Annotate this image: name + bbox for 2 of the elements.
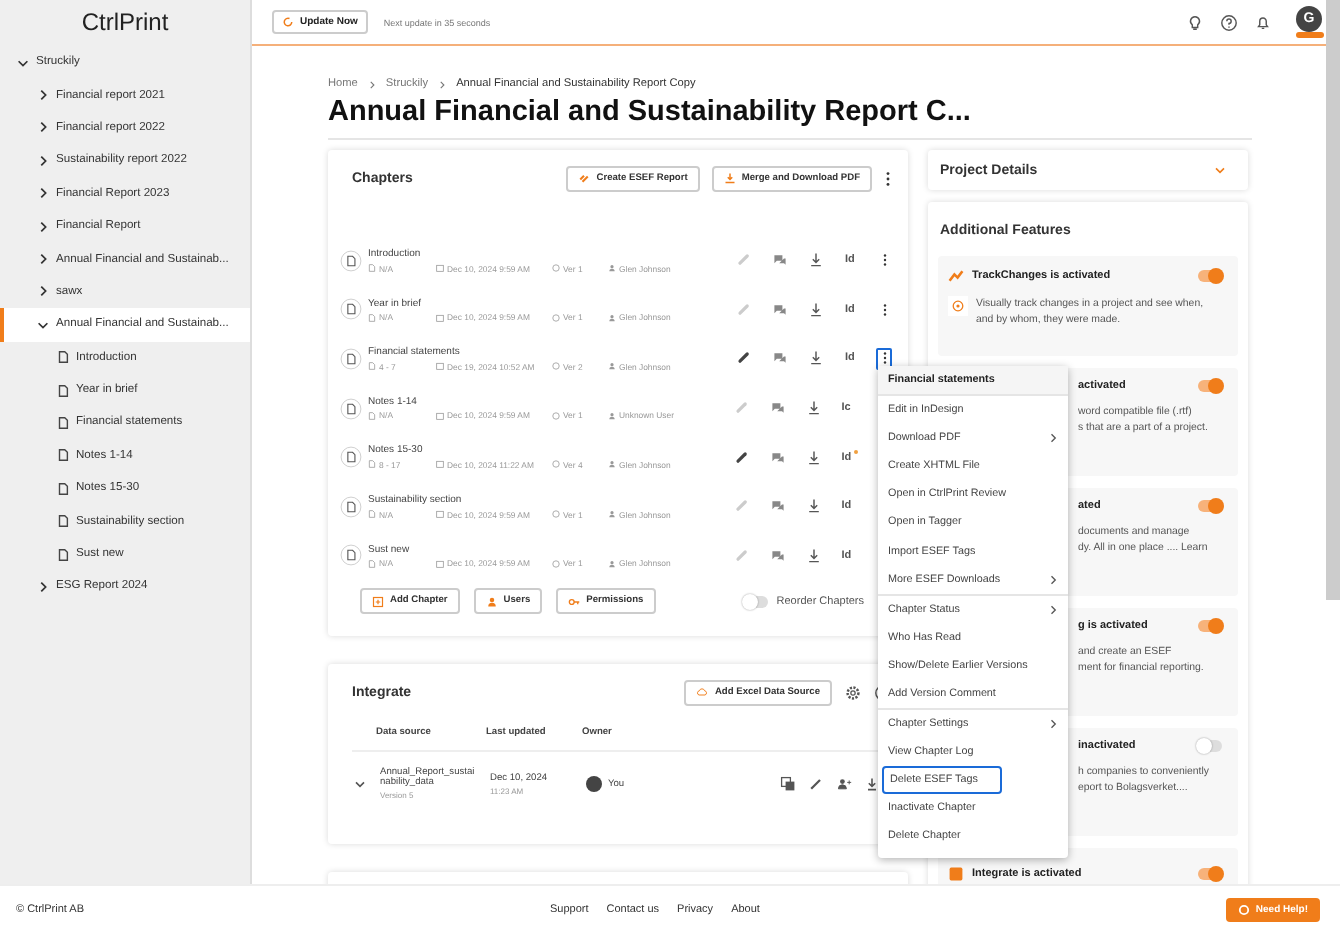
logo: CtrlPrint [79, 6, 171, 40]
page-title: Annual Financial and Sustainability Report C... [328, 96, 973, 128]
